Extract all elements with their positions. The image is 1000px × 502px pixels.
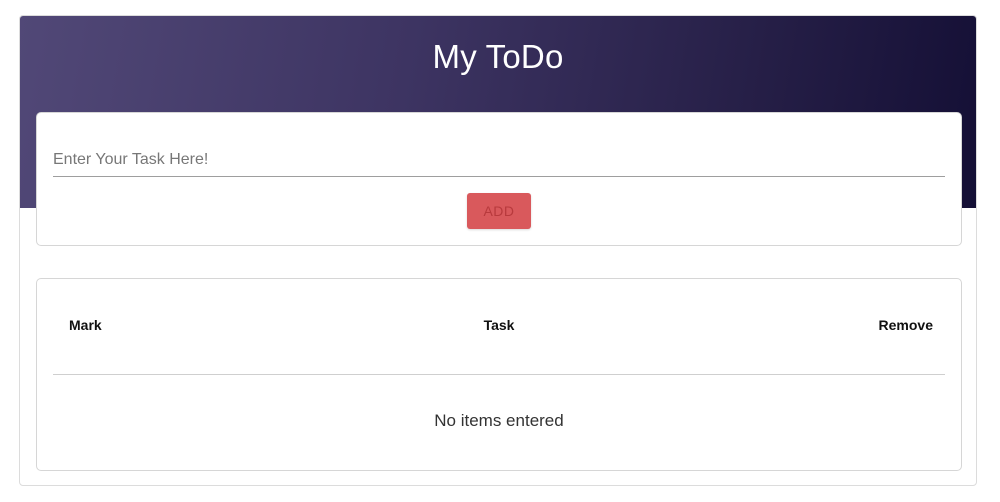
todo-app: My ToDo ADD Mark Task Remove No items en…	[19, 15, 977, 486]
page-title: My ToDo	[432, 38, 564, 75]
task-list-card: Mark Task Remove No items entered	[36, 278, 962, 471]
task-entry-card: ADD	[36, 112, 962, 246]
empty-state-message: No items entered	[434, 411, 564, 430]
task-input[interactable]	[53, 143, 945, 177]
column-header-remove: Remove	[878, 317, 933, 333]
add-button[interactable]: ADD	[467, 193, 531, 229]
column-header-task: Task	[483, 317, 515, 333]
table-header: Mark Task Remove	[53, 279, 945, 375]
